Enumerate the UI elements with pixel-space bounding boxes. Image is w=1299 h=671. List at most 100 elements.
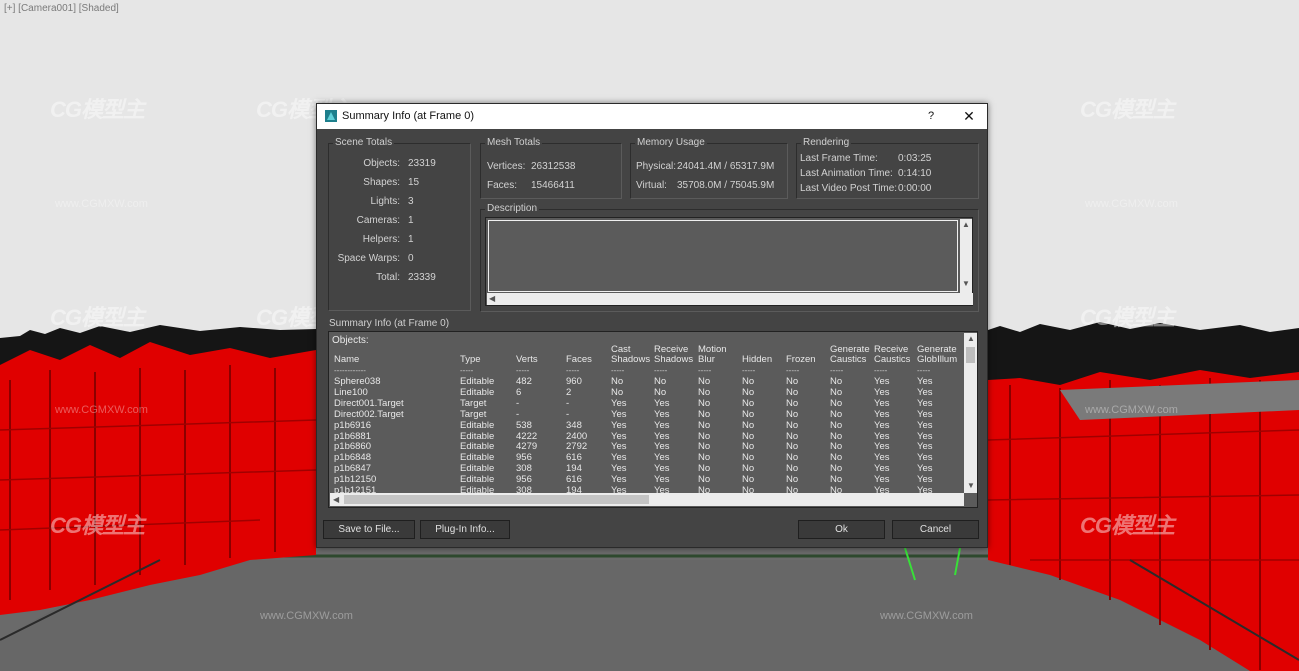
cell-hidden: No — [742, 430, 755, 442]
cell-verts: 538 — [516, 419, 532, 431]
total-label: Total: — [376, 272, 400, 283]
watermark-logo: CG模型主 — [1080, 513, 1175, 538]
cell-type: Editable — [460, 430, 495, 442]
dialog-titlebar[interactable]: Summary Info (at Frame 0) ? ✕ — [317, 104, 987, 129]
ok-button[interactable]: Ok — [798, 520, 885, 539]
cell-hidden: No — [742, 474, 755, 486]
cell-name: p1b6847 — [334, 463, 371, 475]
cell-receive-shadows: Yes — [654, 474, 670, 486]
cell-frozen: No — [786, 463, 799, 475]
cell-motion-blur: No — [698, 376, 711, 387]
column-header-line: Blur — [698, 354, 715, 365]
cell-motion-blur: No — [698, 408, 711, 420]
scroll-up-arrow-icon[interactable]: ▲ — [967, 334, 975, 343]
watermark-logo: CG模型主 — [50, 97, 145, 122]
cell-generate-globillum: Yes — [917, 452, 933, 464]
cell-receive-caustics: Yes — [874, 430, 890, 442]
cell-cast-shadows: Yes — [611, 408, 627, 420]
column-header-type: Type — [460, 345, 481, 365]
close-button[interactable]: ✕ — [957, 106, 981, 126]
cell-generate-globillum: Yes — [917, 463, 933, 475]
description-textarea[interactable] — [488, 220, 958, 292]
description-box: ▲ ▼ ◀ — [485, 217, 973, 306]
cell-receive-caustics: Yes — [874, 376, 890, 387]
cell-cast-shadows: No — [611, 386, 624, 398]
cell-verts: 956 — [516, 452, 532, 464]
cell-name: p1b6848 — [334, 452, 371, 464]
cell-generate-globillum: Yes — [917, 397, 933, 409]
helpers-label: Helpers: — [362, 234, 400, 245]
column-header-line: Shadows — [611, 354, 651, 365]
cell-frozen: No — [786, 452, 799, 464]
cell-name: p1b6881 — [334, 430, 371, 442]
lights-value: 3 — [408, 196, 414, 207]
scroll-down-arrow-icon[interactable]: ▼ — [962, 279, 970, 288]
cell-generate-caustics: No — [830, 463, 843, 475]
cell-frozen: No — [786, 376, 799, 387]
cell-cast-shadows: No — [611, 376, 624, 387]
cell-receive-shadows: Yes — [654, 463, 670, 475]
scroll-up-arrow-icon[interactable]: ▲ — [962, 220, 970, 229]
scroll-thumb[interactable] — [344, 495, 649, 504]
scene-totals-group: Scene Totals Objects: 23319 Shapes: 15 L… — [328, 137, 471, 311]
cell-frozen: No — [786, 386, 799, 398]
cell-faces: 194 — [566, 485, 582, 494]
cell-motion-blur: No — [698, 419, 711, 431]
cell-verts: 308 — [516, 463, 532, 475]
scroll-left-arrow-icon[interactable]: ◀ — [333, 495, 339, 504]
cell-receive-shadows: Yes — [654, 408, 670, 420]
cell-receive-shadows: Yes — [654, 452, 670, 464]
cell-type: Editable — [460, 485, 495, 494]
column-header-line: GlobIllum — [917, 354, 958, 365]
cell-receive-shadows: Yes — [654, 397, 670, 409]
plugin-info-button[interactable]: Plug-In Info... — [420, 520, 510, 539]
cell-generate-caustics: No — [830, 430, 843, 442]
cell-generate-globillum: Yes — [917, 386, 933, 398]
cell-receive-shadows: Yes — [654, 441, 670, 453]
column-header-receive-shadows: Receive Shadows — [654, 345, 693, 365]
cell-type: Target — [460, 397, 487, 409]
save-to-file-button[interactable]: Save to File... — [323, 520, 415, 539]
cell-cast-shadows: Yes — [611, 485, 627, 494]
help-button[interactable]: ? — [921, 107, 941, 125]
summary-list[interactable]: Objects: Name ------------ Type ----- Vert… — [328, 331, 978, 508]
description-horizontal-scrollbar[interactable]: ◀ — [487, 293, 973, 305]
shapes-label: Shapes: — [363, 177, 400, 188]
scroll-thumb[interactable] — [966, 347, 975, 363]
cell-frozen: No — [786, 408, 799, 420]
column-header-name: Name — [334, 345, 359, 365]
cell-motion-blur: No — [698, 474, 711, 486]
cell-type: Target — [460, 408, 487, 420]
cell-receive-caustics: Yes — [874, 474, 890, 486]
cell-name: Line100 — [334, 386, 368, 398]
watermark-logo: CG模型主 — [50, 513, 145, 538]
space-warps-value: 0 — [408, 253, 414, 264]
cell-faces: 960 — [566, 376, 582, 387]
rendering-group: Rendering Last Frame Time: 0:03:25 Last … — [796, 137, 979, 199]
cancel-button[interactable]: Cancel — [892, 520, 979, 539]
viewport-label[interactable]: [+] [Camera001] [Shaded] — [4, 3, 119, 14]
cell-cast-shadows: Yes — [611, 463, 627, 475]
scroll-left-arrow-icon[interactable]: ◀ — [489, 294, 495, 303]
cell-receive-caustics: Yes — [874, 386, 890, 398]
cell-generate-caustics: No — [830, 485, 843, 494]
watermark-logo: CG模型主 — [1080, 97, 1175, 122]
cell-generate-caustics: No — [830, 397, 843, 409]
watermark-url: www.CGMXW.com — [880, 610, 973, 622]
cell-faces: 2 — [566, 386, 572, 398]
cell-verts: 4222 — [516, 430, 538, 442]
scene-totals-title: Scene Totals — [333, 137, 395, 148]
column-header-receive-caustics: Receive Caustics — [874, 345, 910, 365]
dialog-title: Summary Info (at Frame 0) — [342, 110, 475, 122]
mesh-totals-group: Mesh Totals Vertices: 26312538 Faces: 15… — [480, 137, 622, 199]
column-header-line: Name — [334, 354, 360, 365]
cell-name: Direct001.Target — [334, 397, 404, 409]
cell-motion-blur: No — [698, 386, 711, 398]
summary-horizontal-scrollbar[interactable]: ◀ — [330, 493, 964, 506]
lights-label: Lights: — [370, 196, 400, 207]
scroll-down-arrow-icon[interactable]: ▼ — [967, 481, 975, 490]
cell-generate-caustics: No — [830, 419, 843, 431]
summary-vertical-scrollbar[interactable]: ▲ ▼ — [964, 333, 977, 493]
column-separator: ----- — [786, 366, 800, 375]
cell-verts: 4279 — [516, 441, 538, 453]
